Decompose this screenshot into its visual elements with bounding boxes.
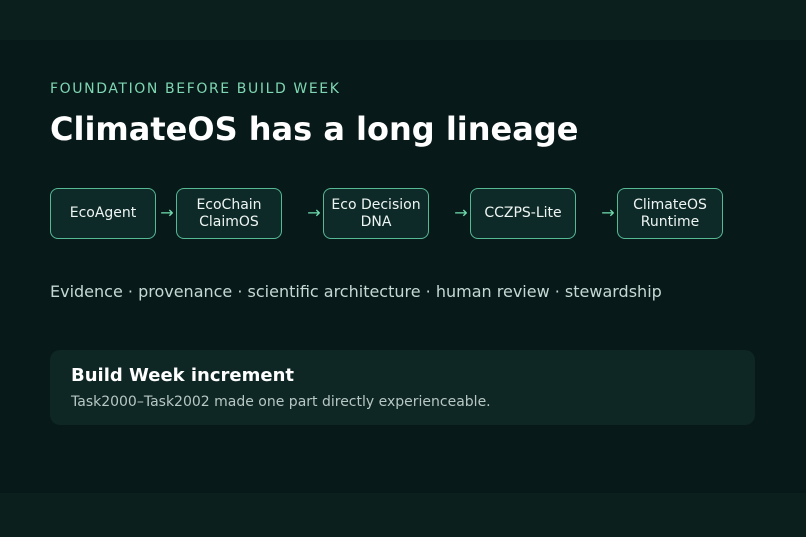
lineage-flow: EcoAgent → EcoChain ClaimOS → Eco Decisi… bbox=[50, 188, 760, 239]
tagline: Evidence · provenance · scientific archi… bbox=[50, 282, 662, 301]
lineage-step-ecoagent: EcoAgent bbox=[50, 188, 156, 239]
arrow-right-icon: → bbox=[160, 203, 174, 222]
top-band bbox=[0, 0, 806, 40]
increment-card: Build Week increment Task2000–Task2002 m… bbox=[50, 350, 755, 425]
page-title: ClimateOS has a long lineage bbox=[50, 110, 579, 148]
lineage-step-cczps-lite: CCZPS-Lite bbox=[470, 188, 576, 239]
increment-text: Task2000–Task2002 made one part directly… bbox=[71, 394, 491, 410]
lineage-step-climateos-runtime: ClimateOS Runtime bbox=[617, 188, 723, 239]
bottom-band bbox=[0, 493, 806, 537]
arrow-right-icon: → bbox=[601, 203, 615, 222]
arrow-right-icon: → bbox=[307, 203, 321, 222]
lineage-step-ecochain-claimos: EcoChain ClaimOS bbox=[176, 188, 282, 239]
lineage-step-eco-decision-dna: Eco Decision DNA bbox=[323, 188, 429, 239]
arrow-right-icon: → bbox=[454, 203, 468, 222]
section-kicker: FOUNDATION BEFORE BUILD WEEK bbox=[50, 81, 341, 97]
increment-title: Build Week increment bbox=[71, 365, 295, 386]
